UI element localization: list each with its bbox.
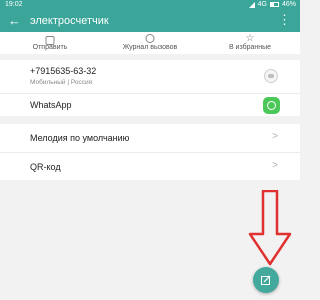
- edit-contact-button[interactable]: [253, 267, 279, 293]
- default-ringtone-row[interactable]: Мелодия по умолчанию >: [0, 124, 300, 152]
- status-time: 19:02: [5, 1, 23, 8]
- share-button[interactable]: Отправить: [0, 32, 100, 54]
- call-log-label: Журнал вызовов: [122, 44, 178, 51]
- more-vert-icon[interactable]: ⋮: [278, 13, 291, 27]
- whatsapp-label: WhatsApp: [30, 100, 72, 110]
- phone-number: +7915635-63-32: [30, 66, 97, 76]
- qr-code-row[interactable]: QR-код >: [0, 152, 300, 180]
- message-button[interactable]: [264, 69, 278, 83]
- share-label: Отправить: [32, 44, 68, 51]
- star-icon: ☆: [245, 33, 255, 44]
- ringtone-label: Мелодия по умолчанию: [30, 133, 130, 143]
- favorites-label: В избранные: [228, 44, 272, 51]
- back-arrow-icon[interactable]: ←: [8, 14, 21, 28]
- status-bar: 19:02 4G 46%: [0, 0, 300, 11]
- signal-icon: [248, 1, 255, 8]
- whatsapp-entry[interactable]: WhatsApp: [0, 93, 300, 116]
- qr-code-label: QR-код: [30, 162, 61, 172]
- network-type: 4G: [257, 1, 267, 8]
- phone-entry[interactable]: +7915635-63-32 Мобильный | Россия: [0, 60, 300, 93]
- whatsapp-icon[interactable]: [263, 97, 280, 114]
- phone-type-region: Мобильный | Россия: [30, 79, 93, 86]
- favorites-button[interactable]: ☆ В избранные: [200, 32, 300, 54]
- contact-actions: Отправить Журнал вызовов ☆ В избранные: [0, 32, 300, 54]
- down-arrow-annotation: [248, 190, 292, 266]
- chevron-right-icon: >: [272, 131, 278, 142]
- status-indicators: 4G 46%: [248, 1, 296, 8]
- battery-level: 46%: [281, 1, 296, 8]
- app-bar: ← электросчетчик ⋮: [0, 11, 300, 32]
- contact-title: электросчетчик: [30, 15, 109, 27]
- edit-icon: [261, 275, 271, 285]
- call-log-button[interactable]: Журнал вызовов: [100, 32, 200, 54]
- chevron-right-icon: >: [272, 160, 278, 171]
- battery-icon: [269, 2, 279, 7]
- clock-icon: [145, 34, 155, 43]
